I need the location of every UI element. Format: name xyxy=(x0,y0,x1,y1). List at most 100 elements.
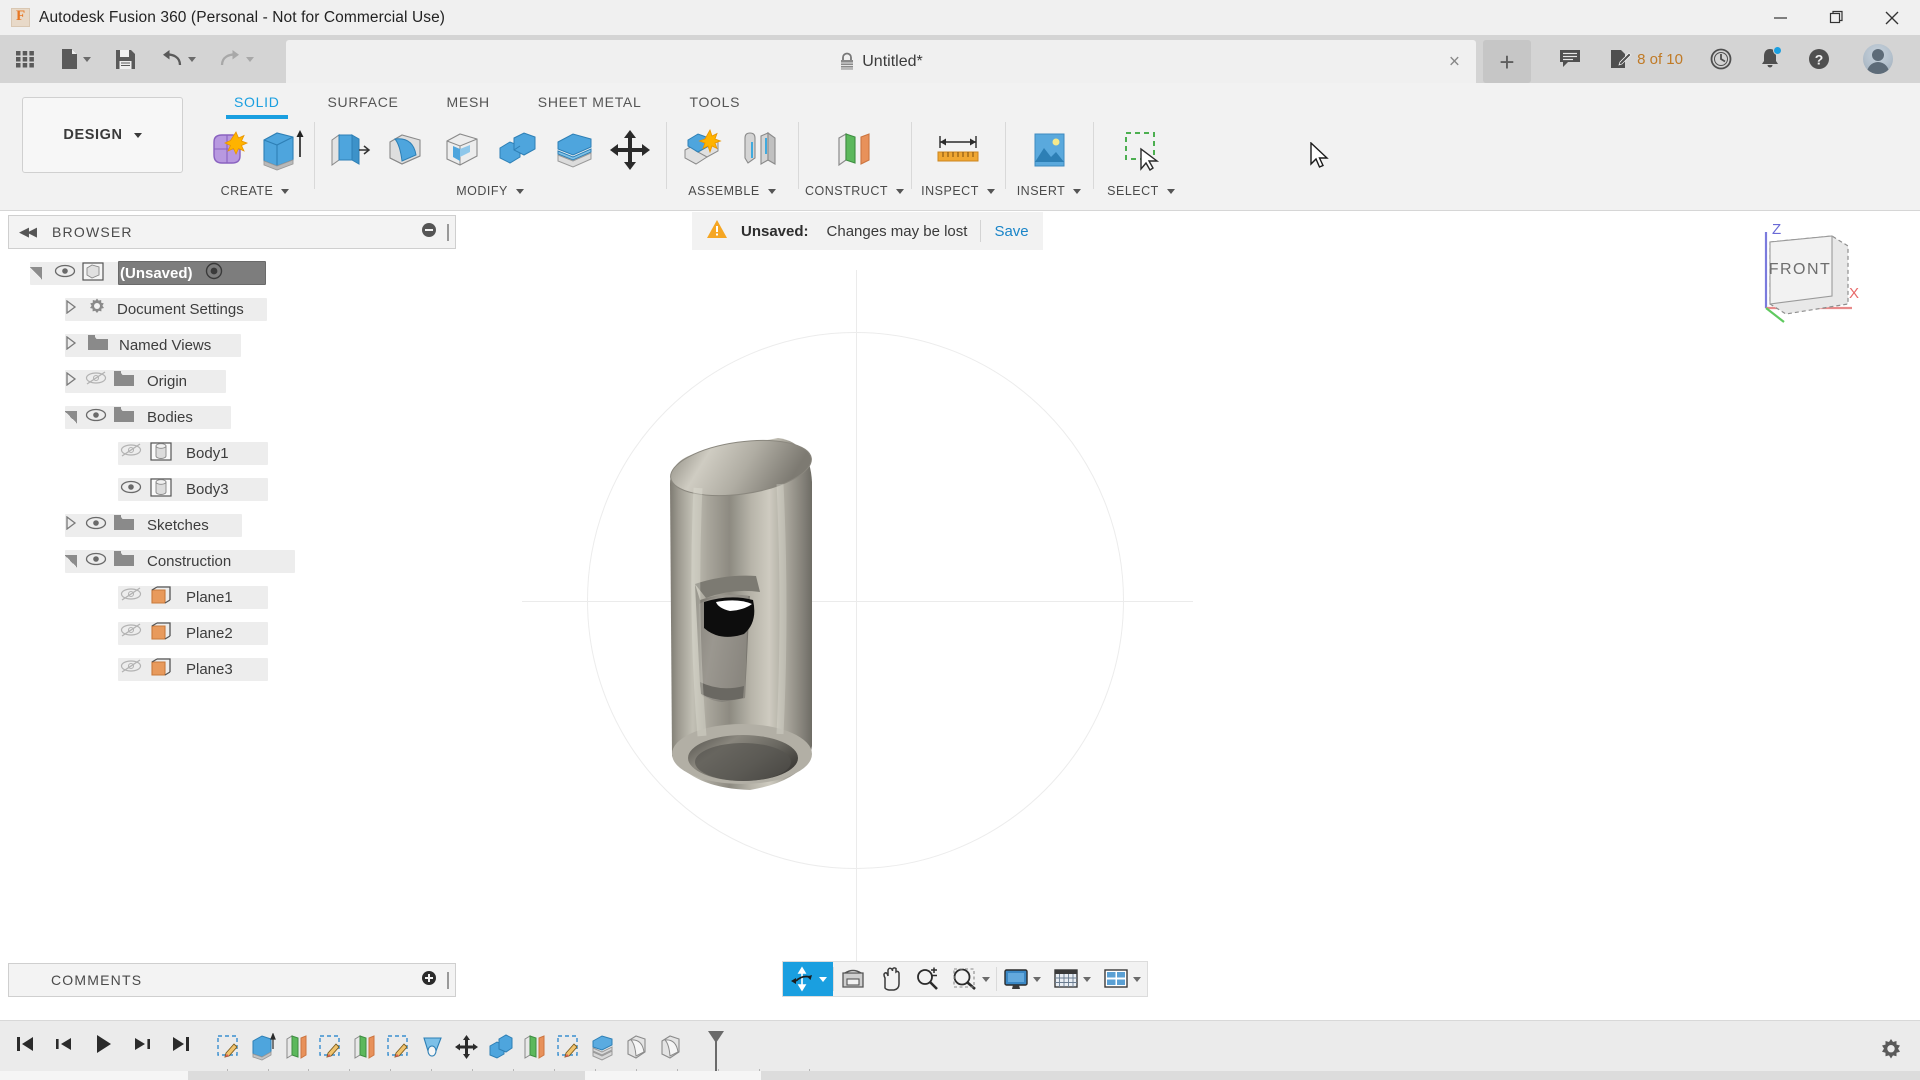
tree-item-bodies[interactable]: Bodies xyxy=(8,399,456,435)
grid-snaps-button[interactable] xyxy=(1047,962,1097,996)
timeline-feature-plane[interactable] xyxy=(280,1027,314,1067)
close-button[interactable] xyxy=(1864,0,1920,35)
eye-hidden-icon[interactable] xyxy=(120,587,142,607)
tab-solid[interactable]: SOLID xyxy=(210,89,304,119)
tree-item-plane2[interactable]: Plane2 xyxy=(8,615,456,651)
tree-item-origin[interactable]: Origin xyxy=(8,363,456,399)
zoom-button[interactable] xyxy=(908,962,946,996)
save-link[interactable]: Save xyxy=(994,223,1028,240)
look-at-button[interactable] xyxy=(834,962,872,996)
minus-circle-icon[interactable] xyxy=(421,222,437,243)
chevron-down-icon[interactable] xyxy=(1133,976,1141,982)
step-back-button[interactable] xyxy=(51,1031,77,1057)
eye-hidden-icon[interactable] xyxy=(120,443,142,463)
eye-visible-icon[interactable] xyxy=(54,264,76,283)
ribbon-group-label-inspect[interactable]: INSPECT xyxy=(920,181,996,201)
eye-hidden-icon[interactable] xyxy=(85,371,107,391)
ribbon-group-label-create[interactable]: CREATE xyxy=(205,181,305,201)
eye-visible-icon[interactable] xyxy=(85,408,107,427)
comment-bubble-icon[interactable] xyxy=(1545,35,1595,83)
split-face-icon[interactable] xyxy=(549,122,601,178)
expander-expanded-icon[interactable] xyxy=(65,410,77,424)
tree-item-unsaved[interactable]: (Unsaved) xyxy=(8,255,456,291)
timeline-feature-sketch[interactable] xyxy=(382,1027,416,1067)
timeline-feature-shell[interactable] xyxy=(586,1027,620,1067)
expander-expanded-icon[interactable] xyxy=(30,266,42,280)
maximize-button[interactable] xyxy=(1808,0,1864,35)
eye-visible-icon[interactable] xyxy=(85,552,107,571)
tab-mesh[interactable]: MESH xyxy=(423,89,514,119)
timeline-settings-button[interactable] xyxy=(1878,1037,1904,1068)
expander-collapsed-icon[interactable] xyxy=(65,335,77,355)
close-tab-button[interactable]: × xyxy=(1449,52,1460,71)
chevron-down-icon[interactable] xyxy=(1083,976,1091,982)
model-metal-cylinder-with-slot[interactable] xyxy=(640,396,1000,866)
insert-image-icon[interactable] xyxy=(1023,122,1075,178)
expander-expanded-icon[interactable] xyxy=(65,554,77,568)
timeline-feature-extrude[interactable] xyxy=(246,1027,280,1067)
workspace-switcher-button[interactable]: DESIGN xyxy=(22,97,183,173)
timeline-feature-plane[interactable] xyxy=(348,1027,382,1067)
joint-icon[interactable] xyxy=(732,122,784,178)
ribbon-group-label-insert[interactable]: INSERT xyxy=(1014,181,1084,201)
redo-button[interactable] xyxy=(214,39,258,79)
eye-hidden-icon[interactable] xyxy=(120,659,142,679)
press-pull-icon[interactable] xyxy=(323,122,375,178)
timeline-feature-fillet[interactable] xyxy=(620,1027,654,1067)
expander-collapsed-icon[interactable] xyxy=(65,371,77,391)
history-clock-icon[interactable] xyxy=(1696,35,1746,83)
document-count-button[interactable]: 8 of 10 xyxy=(1595,35,1696,83)
new-component-assemble-icon[interactable] xyxy=(675,122,727,178)
tree-item-sketches[interactable]: Sketches xyxy=(8,507,456,543)
viewports-button[interactable] xyxy=(1097,962,1147,996)
expander-collapsed-icon[interactable] xyxy=(65,515,77,535)
chevron-down-icon[interactable] xyxy=(246,56,254,62)
viewport-canvas[interactable]: Unsaved: Changes may be lost Save Z X FR… xyxy=(457,212,1920,1020)
step-forward-button[interactable] xyxy=(129,1031,155,1057)
chevron-down-icon[interactable] xyxy=(1033,976,1041,982)
fit-button[interactable] xyxy=(946,962,996,996)
account-button[interactable] xyxy=(1844,35,1906,83)
timeline-feature-plane[interactable] xyxy=(518,1027,552,1067)
ribbon-group-label-select[interactable]: SELECT xyxy=(1102,181,1180,201)
pan-button[interactable] xyxy=(872,962,908,996)
plus-circle-icon[interactable] xyxy=(421,970,437,991)
timeline-feature-sketch[interactable] xyxy=(314,1027,348,1067)
timeline-feature-fillet[interactable] xyxy=(654,1027,688,1067)
panel-resize-grip[interactable] xyxy=(447,971,449,989)
go-to-end-button[interactable] xyxy=(168,1031,194,1057)
chevron-down-icon[interactable] xyxy=(819,976,827,982)
timeline-scroll-thumb-left[interactable] xyxy=(0,1071,188,1080)
play-button[interactable] xyxy=(90,1031,116,1057)
tab-tools[interactable]: TOOLS xyxy=(665,89,764,119)
timeline-scroll-thumb-right[interactable] xyxy=(585,1071,761,1080)
timeline-feature-move[interactable] xyxy=(450,1027,484,1067)
shell-icon[interactable] xyxy=(436,122,488,178)
eye-visible-icon[interactable] xyxy=(85,516,107,535)
eye-hidden-icon[interactable] xyxy=(120,623,142,643)
ribbon-group-label-assemble[interactable]: ASSEMBLE xyxy=(675,181,789,201)
orbit-button[interactable] xyxy=(783,962,833,996)
new-component-icon[interactable] xyxy=(205,122,252,178)
extrude-icon[interactable] xyxy=(257,122,305,178)
minimize-button[interactable] xyxy=(1752,0,1808,35)
fillet-icon[interactable] xyxy=(380,122,432,178)
tree-item-construction[interactable]: Construction xyxy=(8,543,456,579)
tab-surface[interactable]: SURFACE xyxy=(304,89,423,119)
ribbon-group-label-construct[interactable]: CONSTRUCT xyxy=(805,181,904,201)
offset-plane-icon[interactable] xyxy=(829,122,881,178)
panel-resize-grip[interactable] xyxy=(447,223,449,241)
help-question-icon[interactable]: ? xyxy=(1794,35,1844,83)
go-to-beginning-button[interactable] xyxy=(12,1031,38,1057)
view-cube[interactable]: Z X FRONT xyxy=(1748,216,1868,328)
timeline-feature-sketch[interactable] xyxy=(212,1027,246,1067)
move-copy-icon[interactable] xyxy=(606,122,658,178)
expander-collapsed-icon[interactable] xyxy=(65,299,77,319)
undo-button[interactable] xyxy=(156,39,200,79)
notifications-bell-icon[interactable] xyxy=(1746,35,1794,83)
save-button[interactable] xyxy=(111,39,140,79)
timeline-scrollbar[interactable] xyxy=(0,1071,1920,1080)
display-settings-button[interactable] xyxy=(997,962,1047,996)
app-grid-button[interactable] xyxy=(10,39,40,79)
document-tab[interactable]: Untitled* × xyxy=(286,40,1476,83)
